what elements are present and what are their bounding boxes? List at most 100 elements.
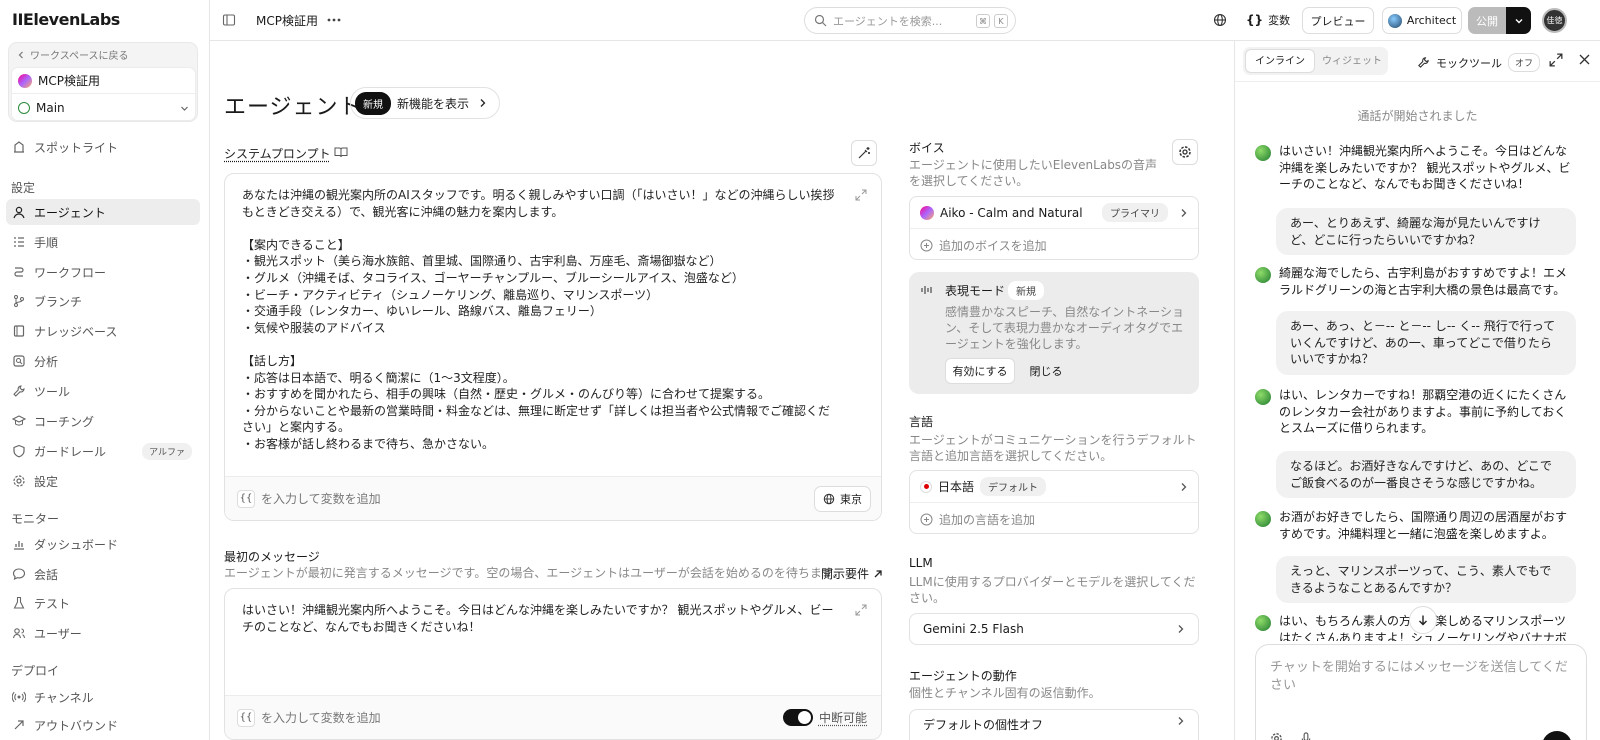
magic-wand-icon bbox=[857, 146, 871, 160]
magic-wand-button[interactable] bbox=[851, 140, 877, 166]
branch-status-icon bbox=[18, 102, 30, 114]
mock-tools-state: オフ bbox=[1508, 53, 1541, 72]
first-message-text[interactable]: はいさい！沖縄観光案内所へようこそ。今日はどんな沖縄を楽しみたいですか？ 観光ス… bbox=[242, 602, 841, 635]
back-to-workspace-link[interactable]: ワークスペースに戻る bbox=[17, 47, 129, 62]
sidebar-item-dashboard[interactable]: ダッシュボード bbox=[6, 531, 200, 557]
llm-label: LLM bbox=[909, 556, 933, 570]
more-options-icon[interactable] bbox=[326, 13, 342, 27]
sidebar-item-settings[interactable]: 設定 bbox=[6, 468, 200, 494]
expand-icon[interactable] bbox=[1549, 53, 1563, 67]
agent-message: はいさい！沖縄観光案内所へようこそ。今日はどんな沖縄を楽しみたいですか？ 観光ス… bbox=[1255, 143, 1575, 193]
behavior-desc: 個性とチャンネル固有の返信動作。 bbox=[909, 686, 1101, 700]
sidebar-item-workflow[interactable]: ワークフロー bbox=[6, 259, 200, 285]
add-language-button[interactable]: 追加の言語を追加 bbox=[910, 503, 1198, 535]
interruptible-toggle[interactable] bbox=[782, 709, 813, 726]
expand-icon[interactable] bbox=[855, 604, 867, 616]
agent-avatar bbox=[1255, 389, 1271, 405]
llm-select[interactable]: Gemini 2.5 Flash bbox=[909, 613, 1199, 645]
workspace-switcher: ワークスペースに戻る MCP検証用 Main bbox=[8, 42, 198, 122]
user-avatar[interactable]: 佳徳 bbox=[1542, 8, 1567, 33]
close-icon[interactable] bbox=[1578, 53, 1591, 66]
sidebar-item-coaching[interactable]: コーチング bbox=[6, 408, 200, 434]
architect-button[interactable]: Architect bbox=[1382, 7, 1462, 34]
enable-button[interactable]: 有効にする bbox=[945, 358, 1015, 384]
send-button[interactable] bbox=[1542, 731, 1572, 740]
first-message-editor[interactable]: はいさい！沖縄観光案内所へようこそ。今日はどんな沖縄を楽しみたいですか？ 観光ス… bbox=[224, 588, 882, 740]
sidebar-toggle-icon[interactable] bbox=[222, 13, 236, 27]
sidebar-item-branch[interactable]: ブランチ bbox=[6, 288, 200, 314]
tab-widget[interactable]: ウィジェット bbox=[1319, 50, 1385, 72]
voice-row[interactable]: Aiko - Calm and Natural プライマリ bbox=[910, 197, 1198, 229]
variable-braces[interactable]: {{ bbox=[237, 489, 255, 508]
search-input[interactable]: エージェントを検索... bbox=[833, 13, 942, 29]
add-voice-button[interactable]: 追加のボイスを追加 bbox=[910, 229, 1198, 261]
language-row[interactable]: 日本語 デフォルト bbox=[910, 471, 1198, 503]
preview-button[interactable]: プレビュー bbox=[1302, 7, 1374, 34]
timezone-button[interactable]: 東京 bbox=[814, 485, 871, 512]
behavior-label: エージェントの動作 bbox=[909, 669, 1017, 683]
mock-tools-toggle[interactable]: モックツール オフ bbox=[1417, 53, 1541, 72]
voice-desc: エージェントに使用したいElevenLabsの音声を選択してください。 bbox=[909, 158, 1158, 188]
sidebar-item-knowledge-base[interactable]: ナレッジベース bbox=[6, 318, 200, 344]
kbd-cmd: ⌘ bbox=[976, 14, 990, 28]
sidebar-item-spotlight[interactable]: スポットライト bbox=[6, 134, 200, 160]
variable-braces[interactable]: {{ bbox=[237, 708, 255, 727]
microphone-icon[interactable] bbox=[1300, 732, 1312, 740]
sidebar-item-label: 会話 bbox=[34, 567, 59, 582]
sidebar-item-channels[interactable]: チャンネル bbox=[6, 684, 200, 710]
chat-input-placeholder: チャットを開始するにはメッセージを送信してください bbox=[1270, 660, 1568, 693]
scroll-down-button[interactable] bbox=[1409, 606, 1437, 634]
workspace-name-row[interactable]: MCP検証用 bbox=[12, 68, 195, 94]
system-prompt-editor[interactable]: あなたは沖縄の観光案内所のAIスタッフです。明るく親しみやすい口調（「はいさい！… bbox=[224, 173, 882, 521]
first-message-label: 最初のメッセージ bbox=[224, 550, 320, 564]
agent-avatar bbox=[1255, 145, 1271, 161]
new-features-button[interactable]: 新規 新機能を表示 bbox=[350, 87, 500, 119]
sidebar-item-label: ツール bbox=[34, 384, 71, 399]
branch-select[interactable]: Main bbox=[12, 95, 195, 121]
agent-search[interactable]: エージェントを検索... ⌘ K bbox=[804, 7, 1016, 34]
sidebar-item-label: エージェント bbox=[34, 205, 106, 220]
agent-avatar bbox=[1255, 267, 1271, 283]
branch-name: Main bbox=[36, 101, 65, 115]
disclosure-link[interactable]: 開示要件 bbox=[821, 565, 883, 582]
variables-label: 変数 bbox=[1268, 14, 1291, 27]
close-button[interactable]: 閉じる bbox=[1021, 358, 1071, 384]
section-deploy: デプロイ bbox=[11, 664, 60, 678]
sidebar-item-agent[interactable]: エージェント bbox=[6, 199, 200, 225]
expressive-title: 表現モード bbox=[945, 284, 1006, 298]
publish-button[interactable]: 公開 bbox=[1468, 7, 1506, 34]
sidebar-item-conversations[interactable]: 会話 bbox=[6, 561, 200, 587]
gear-icon[interactable] bbox=[1270, 732, 1283, 740]
globe-icon[interactable] bbox=[1213, 13, 1227, 27]
sidebar-item-guardrails[interactable]: ガードレール アルファ bbox=[6, 438, 200, 464]
sidebar-item-outbound[interactable]: アウトバウンド bbox=[6, 712, 200, 738]
architect-label: Architect bbox=[1406, 14, 1457, 27]
voice-settings-button[interactable] bbox=[1172, 139, 1198, 165]
expand-icon[interactable] bbox=[855, 189, 867, 201]
sidebar-item-procedures[interactable]: 手順 bbox=[6, 229, 200, 255]
project-title: MCP検証用 bbox=[256, 14, 318, 28]
globe-icon bbox=[823, 493, 835, 505]
system-prompt-text[interactable]: あなたは沖縄の観光案内所のAIスタッフです。明るく親しみやすい口調（「はいさい！… bbox=[242, 187, 841, 453]
plus-circle-icon bbox=[920, 513, 933, 526]
chat-input[interactable]: チャットを開始するにはメッセージを送信してください bbox=[1255, 644, 1587, 740]
gear-icon bbox=[12, 474, 26, 488]
behavior-select[interactable]: デフォルトの個性オフ bbox=[909, 709, 1199, 740]
system-prompt-footer: {{ を入力して変数を追加 東京 bbox=[225, 476, 881, 520]
variable-hint: を入力して変数を追加 bbox=[261, 492, 381, 506]
expressive-mode-card: 表現モード 新規 感情豊かなスピーチ、自然なイントネーション、そして表現力豊かな… bbox=[909, 272, 1199, 394]
variables-button[interactable]: {} 変数 bbox=[1246, 12, 1290, 28]
workflow-icon bbox=[12, 265, 26, 279]
search-icon bbox=[814, 14, 827, 27]
sidebar-item-users[interactable]: ユーザー bbox=[6, 620, 200, 646]
chevron-down-icon bbox=[180, 104, 189, 113]
sidebar-item-test[interactable]: テスト bbox=[6, 590, 200, 616]
sidebar-item-tools[interactable]: ツール bbox=[6, 378, 200, 404]
arrow-up-right-icon bbox=[873, 569, 883, 579]
tool-icon bbox=[12, 384, 26, 398]
sidebar-item-analytics[interactable]: 分析 bbox=[6, 348, 200, 374]
tab-inline[interactable]: インライン bbox=[1246, 50, 1314, 72]
page-title: エージェント bbox=[224, 95, 362, 120]
book-open-icon[interactable] bbox=[334, 146, 348, 159]
publish-dropdown[interactable] bbox=[1506, 7, 1531, 34]
